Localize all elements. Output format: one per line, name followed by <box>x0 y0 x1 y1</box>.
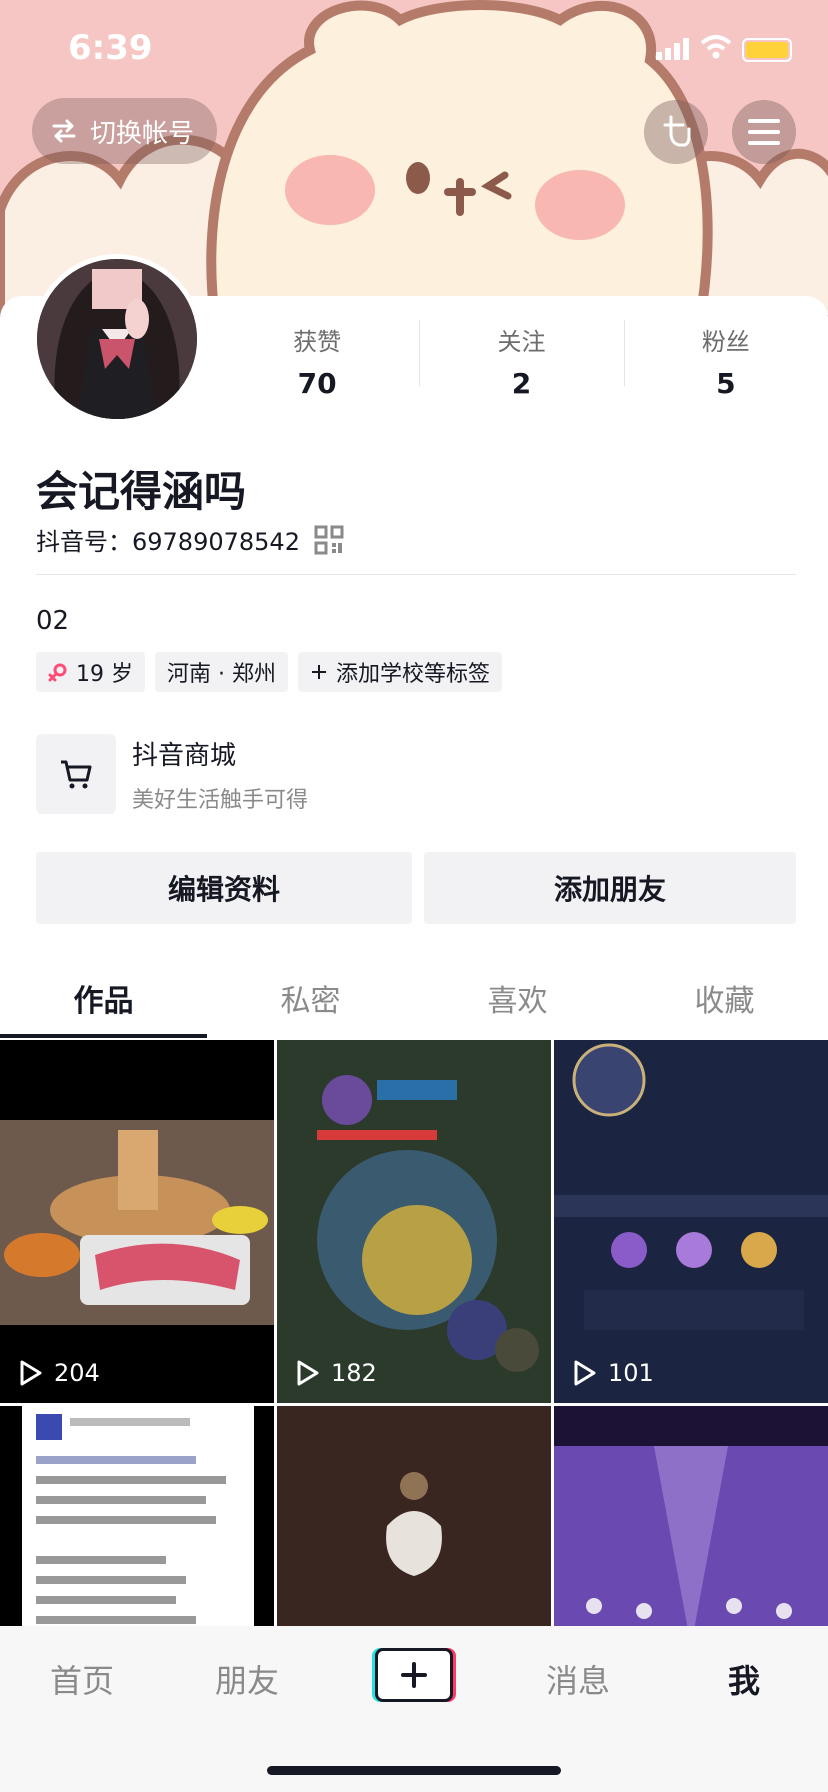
nav-messages[interactable]: 消息 <box>546 1656 610 1702</box>
stat-label: 粉丝 <box>701 328 750 356</box>
battery-icon <box>742 38 792 62</box>
menu-icon <box>748 119 780 145</box>
switch-account-button[interactable]: 切换帐号 <box>32 98 217 164</box>
location-tag-label: 河南 · 郑州 <box>167 662 276 687</box>
wifi-icon <box>700 35 732 59</box>
play-count-value: 101 <box>608 1359 654 1387</box>
age-tag-label: 19 岁 <box>76 662 133 687</box>
nav-me[interactable]: 我 <box>728 1656 760 1702</box>
stat-value: 2 <box>511 367 532 400</box>
home-indicator[interactable] <box>267 1766 561 1775</box>
create-button[interactable] <box>375 1648 453 1702</box>
qr-code-icon[interactable] <box>314 525 344 555</box>
tab-private[interactable]: 私密 <box>207 948 414 1038</box>
profile-tags: 19 岁 河南 · 郑州 添加学校等标签 <box>36 652 502 692</box>
content-tabs: 作品 私密 喜欢 收藏 <box>0 948 828 1038</box>
stat-label: 关注 <box>497 328 546 356</box>
avatar[interactable] <box>32 254 202 424</box>
stat-likes[interactable]: 获赞 70 <box>215 320 419 400</box>
tab-favorites[interactable]: 收藏 <box>621 948 828 1038</box>
douyin-id: 抖音号：69789078542 <box>36 528 300 556</box>
plus-icon <box>401 1662 427 1688</box>
menu-button[interactable] <box>732 100 796 164</box>
tab-works[interactable]: 作品 <box>0 948 207 1038</box>
nav-home[interactable]: 首页 <box>50 1656 114 1702</box>
edit-profile-button[interactable]: 编辑资料 <box>36 852 412 924</box>
play-count: 182 <box>295 1359 377 1387</box>
video-thumbnail[interactable]: 101 <box>554 1040 828 1403</box>
play-icon <box>297 1360 319 1386</box>
add-school-tag-label: 添加学校等标签 <box>335 662 490 687</box>
visitors-button[interactable] <box>644 100 708 164</box>
douyin-mall-entry[interactable]: 抖音商城 美好生活触手可得 <box>36 734 308 814</box>
play-count: 101 <box>572 1359 654 1387</box>
age-tag[interactable]: 19 岁 <box>36 652 145 692</box>
play-icon <box>20 1360 42 1386</box>
switch-account-label: 切换帐号 <box>90 118 195 149</box>
cart-icon <box>61 760 92 789</box>
play-count-value: 204 <box>54 1359 100 1387</box>
female-icon <box>48 663 67 682</box>
divider <box>36 574 796 575</box>
signal-icon <box>656 38 689 60</box>
profile-stats: 获赞 70 关注 2 粉丝 5 <box>215 320 828 400</box>
add-school-tag-button[interactable]: 添加学校等标签 <box>297 652 502 692</box>
shop-subtitle: 美好生活触手可得 <box>132 787 309 813</box>
play-count-value: 182 <box>331 1359 377 1387</box>
location-tag[interactable]: 河南 · 郑州 <box>155 652 288 692</box>
tab-likes[interactable]: 喜欢 <box>414 948 621 1038</box>
nav-friends[interactable]: 朋友 <box>215 1656 279 1702</box>
video-thumbnail-image <box>277 1040 551 1403</box>
nickname: 会记得涵吗 <box>36 467 247 516</box>
switch-arrows-icon <box>52 119 76 143</box>
stat-value: 5 <box>716 367 736 400</box>
douyin-id-row[interactable]: 抖音号：69789078542 <box>36 522 344 557</box>
play-count: 204 <box>18 1359 100 1387</box>
video-thumbnail[interactable]: 182 <box>277 1040 551 1403</box>
bottom-nav: 首页 朋友 消息 我 <box>0 1626 828 1792</box>
status-bar: 6:39 <box>0 0 828 100</box>
video-thumbnail-image <box>554 1040 828 1403</box>
signature[interactable]: 02 <box>36 606 69 636</box>
play-icon <box>574 1360 596 1386</box>
stat-label: 获赞 <box>293 328 342 356</box>
stat-followers[interactable]: 粉丝 5 <box>623 320 828 400</box>
stat-value: 70 <box>297 367 337 400</box>
stat-following[interactable]: 关注 2 <box>419 320 623 400</box>
add-friends-button[interactable]: 添加朋友 <box>424 852 796 924</box>
shop-title: 抖音商城 <box>132 740 237 771</box>
status-time: 6:39 <box>68 28 153 68</box>
video-thumbnail[interactable]: 204 <box>0 1040 274 1403</box>
shop-icon-box <box>36 734 116 814</box>
hand-pointer-icon <box>663 115 691 147</box>
plus-icon <box>311 665 326 679</box>
video-thumbnail-image <box>0 1040 274 1403</box>
avatar-image <box>37 259 197 419</box>
